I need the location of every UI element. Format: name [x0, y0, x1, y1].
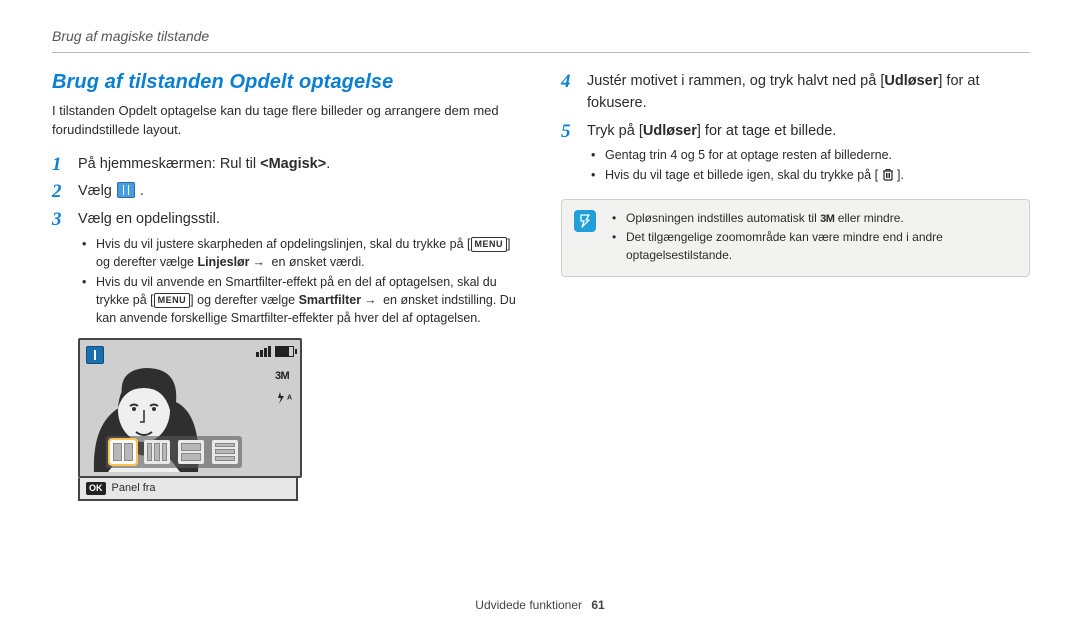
camera-screen: 3M A: [78, 338, 302, 478]
step-3-bullet-2: Hvis du vil anvende en Smartfilter-effek…: [82, 273, 521, 327]
info-icon: [574, 210, 596, 232]
layout-options: [106, 436, 242, 468]
layout-option-2v[interactable]: [110, 440, 136, 464]
step-2-post: .: [140, 183, 144, 199]
divider: [52, 52, 1030, 53]
left-column: Brug af tilstanden Opdelt optagelse I ti…: [52, 71, 521, 501]
trash-icon: [882, 168, 894, 181]
camera-caption-bar: OK Panel fra: [78, 478, 298, 501]
step-5-bullet-2: Hvis du vil tage et billede igen, skal d…: [591, 166, 1030, 184]
page-title: Brug af tilstanden Opdelt optagelse: [52, 71, 521, 94]
step-1: På hjemmeskærmen: Rul til <Magisk>.: [52, 154, 521, 176]
layout-option-3h[interactable]: [212, 440, 238, 464]
step-3-bullets: Hvis du vil justere skarpheden af opdeli…: [78, 235, 521, 328]
split-layout-icon: [117, 182, 135, 198]
intro-text: I tilstanden Opdelt optagelse kan du tag…: [52, 102, 521, 140]
resolution-indicator: 3M: [275, 370, 292, 382]
step-1-post: .: [326, 156, 330, 172]
step-1-bold: <Magisk>: [260, 156, 326, 172]
arrow-icon: →: [361, 293, 380, 307]
flash-indicator: A: [275, 392, 292, 407]
signal-icon: [256, 346, 271, 357]
info-box: Opløsningen indstilles automatisk til 3M…: [561, 199, 1030, 278]
layout-option-3v[interactable]: [144, 440, 170, 464]
step-3-text: Vælg en opdelingsstil.: [78, 211, 220, 227]
step-4: Justér motivet i rammen, og tryk halvt n…: [561, 71, 1030, 115]
step-2: Vælg .: [52, 181, 521, 203]
step-5-bullet-1: Gentag trin 4 og 5 for at optage resten …: [591, 146, 1030, 164]
step-3: Vælg en opdelingsstil. Hvis du vil juste…: [52, 209, 521, 327]
page-number: 61: [591, 598, 604, 612]
page-footer: Udvidede funktioner 61: [0, 598, 1080, 612]
arrow-icon: →: [250, 255, 269, 269]
section-tag: Brug af magiske tilstande: [52, 28, 1030, 44]
step-2-pre: Vælg: [78, 183, 116, 199]
step-5: Tryk på [Udløser] for at tage et billede…: [561, 121, 1030, 185]
menu-icon: MENU: [154, 293, 191, 308]
two-column-layout: Brug af tilstanden Opdelt optagelse I ti…: [52, 71, 1030, 501]
camera-preview: 3M A: [78, 338, 298, 501]
step-3-bullet-1: Hvis du vil justere skarpheden af opdeli…: [82, 235, 521, 271]
right-column: Justér motivet i rammen, og tryk halvt n…: [561, 71, 1030, 501]
layout-option-2h[interactable]: [178, 440, 204, 464]
resolution-indicator-inline: 3M: [820, 213, 834, 225]
steps-list-left: På hjemmeskærmen: Rul til <Magisk>. Vælg…: [52, 154, 521, 328]
menu-icon: MENU: [471, 237, 508, 252]
manual-page: Brug af magiske tilstande Brug af tilsta…: [0, 0, 1080, 630]
step-5-bullets: Gentag trin 4 og 5 for at optage resten …: [587, 146, 1030, 184]
steps-list-right: Justér motivet i rammen, og tryk halvt n…: [561, 71, 1030, 185]
info-bullet-1: Opløsningen indstilles automatisk til 3M…: [612, 210, 1017, 228]
info-bullet-2: Det tilgængelige zoomområde kan være min…: [612, 229, 1017, 264]
step-1-pre: På hjemmeskærmen: Rul til: [78, 156, 260, 172]
flash-icon: [275, 392, 287, 404]
footer-label: Udvidede funktioner: [475, 598, 582, 612]
indicator-stack: 3M A: [275, 370, 292, 407]
panel-caption: Panel fra: [112, 482, 156, 494]
battery-icon: [275, 346, 294, 357]
status-icons: [256, 346, 294, 357]
info-bullets: Opløsningen indstilles automatisk til 3M…: [608, 210, 1017, 267]
ok-badge: OK: [86, 482, 106, 495]
